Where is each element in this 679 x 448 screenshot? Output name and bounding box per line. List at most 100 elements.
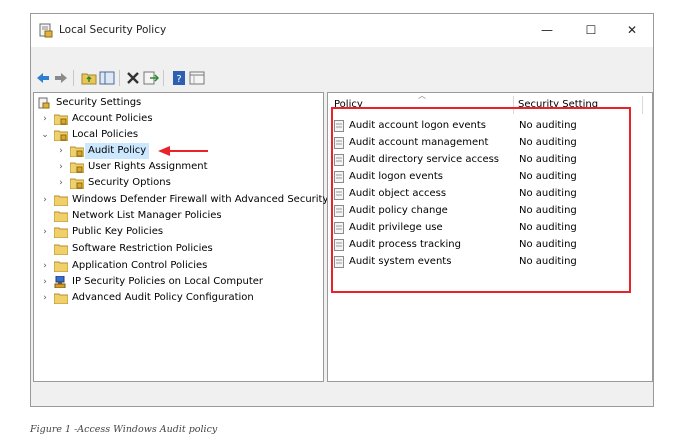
list-item[interactable]: Audit object access No auditing	[334, 185, 614, 202]
list-item[interactable]: Audit directory service access No auditi…	[334, 151, 614, 168]
tree-item-label: Security Settings	[56, 97, 142, 108]
policy-name: Audit account management	[349, 137, 489, 148]
policy-folder-icon	[70, 178, 84, 189]
expand-chevron-icon[interactable]: ›	[40, 274, 50, 290]
list-item[interactable]: Audit logon events No auditing	[334, 168, 614, 185]
policy-name: Audit policy change	[349, 205, 448, 216]
security-setting-value: No auditing	[519, 188, 577, 199]
expand-chevron-icon[interactable]: ›	[56, 143, 66, 159]
tree-item-label: Account Policies	[72, 113, 153, 124]
expand-chevron-icon[interactable]: ›	[40, 111, 50, 127]
tree-item-local-policies[interactable]: ⌄ Local Policies	[40, 127, 320, 143]
tree-item-label: Application Control Policies	[72, 260, 208, 271]
folder-icon	[54, 261, 68, 272]
folder-icon	[54, 227, 68, 238]
delete-icon[interactable]	[125, 70, 141, 86]
sort-ascending-icon: ︿	[418, 91, 426, 100]
minimize-button[interactable]: —	[527, 18, 567, 42]
policy-document-icon	[334, 205, 344, 217]
policy-document-icon	[334, 239, 344, 251]
column-header-security-setting[interactable]: Security Setting	[518, 99, 598, 110]
tree-item-windows-defender-firewall[interactable]: › Windows Defender Firewall with Advance…	[40, 192, 328, 208]
list-header: Policy ︿ Security Setting	[328, 91, 652, 115]
security-setting-value: No auditing	[519, 239, 577, 250]
list-item[interactable]: Audit process tracking No auditing	[334, 236, 614, 253]
policy-name: Audit system events	[349, 256, 452, 267]
toolbar-separator	[163, 70, 164, 86]
column-divider[interactable]	[642, 96, 643, 114]
tree-item-label: Windows Defender Firewall with Advanced …	[72, 194, 329, 205]
properties-icon[interactable]	[189, 70, 205, 86]
toolbar-separator	[119, 70, 120, 86]
tree-item-security-settings[interactable]: Security Settings	[36, 95, 316, 111]
up-folder-icon[interactable]	[81, 70, 97, 86]
expand-chevron-icon[interactable]: ›	[40, 290, 50, 306]
tree-item-label: IP Security Policies on Local Computer	[72, 276, 264, 287]
show-hide-tree-icon[interactable]	[99, 70, 115, 86]
tree-item-label: Advanced Audit Policy Configuration	[72, 292, 254, 303]
back-arrow-icon[interactable]	[35, 70, 51, 86]
security-setting-value: No auditing	[519, 171, 577, 182]
tree-item-account-policies[interactable]: › Account Policies	[40, 111, 320, 127]
ip-security-icon	[54, 276, 66, 288]
title-bar[interactable]: Local Security Policy — ☐ ✕	[31, 14, 653, 47]
folder-icon	[54, 211, 68, 222]
security-setting-value: No auditing	[519, 137, 577, 148]
tree-item-user-rights-assignment[interactable]: › User Rights Assignment	[56, 159, 316, 175]
security-setting-value: No auditing	[519, 205, 577, 216]
tree-item-ip-security[interactable]: › IP Security Policies on Local Computer	[40, 274, 320, 290]
tree-item-network-list-manager[interactable]: Network List Manager Policies	[40, 208, 320, 224]
policy-document-icon	[334, 171, 344, 183]
list-item[interactable]: Audit system events No auditing	[334, 253, 614, 270]
folder-icon	[54, 195, 68, 206]
window-title: Local Security Policy	[59, 24, 167, 36]
tree-item-security-options[interactable]: › Security Options	[56, 175, 316, 191]
policy-folder-icon	[54, 130, 68, 141]
policy-name: Audit object access	[349, 188, 447, 199]
expand-chevron-icon[interactable]: ›	[56, 175, 66, 191]
collapse-chevron-icon[interactable]: ⌄	[40, 127, 50, 143]
forward-arrow-icon[interactable]	[53, 70, 69, 86]
help-icon[interactable]: ?	[171, 70, 187, 86]
column-divider[interactable]	[513, 96, 514, 114]
policy-name: Audit directory service access	[349, 154, 500, 165]
expand-chevron-icon[interactable]: ›	[56, 159, 66, 175]
console-tree-pane[interactable]: Security Settings › Account Policies ⌄ L…	[33, 92, 328, 382]
local-security-policy-window: Local Security Policy — ☐ ✕ ? Security S…	[30, 13, 654, 407]
policy-document-icon	[334, 188, 344, 200]
expand-chevron-icon[interactable]: ›	[40, 258, 50, 274]
tree-item-label-selected: Audit Policy	[85, 143, 150, 159]
tree-item-label: Network List Manager Policies	[72, 210, 222, 221]
tree-item-advanced-audit-policy[interactable]: › Advanced Audit Policy Configuration	[40, 290, 320, 306]
toolbar: ?	[31, 66, 653, 90]
list-item[interactable]: Audit privilege use No auditing	[334, 219, 614, 236]
policy-name: Audit logon events	[349, 171, 443, 182]
tree-item-software-restriction[interactable]: Software Restriction Policies	[40, 241, 320, 257]
policy-name: Audit privilege use	[349, 222, 443, 233]
list-item[interactable]: Audit policy change No auditing	[334, 202, 614, 219]
list-item[interactable]: Audit account logon events No auditing	[334, 117, 614, 134]
expand-chevron-icon[interactable]: ›	[40, 224, 50, 240]
policy-folder-icon	[70, 162, 84, 173]
maximize-button[interactable]: ☐	[571, 18, 611, 42]
folder-icon	[54, 244, 68, 255]
tree-item-public-key-policies[interactable]: › Public Key Policies	[40, 224, 320, 240]
tree-item-label: Software Restriction Policies	[72, 243, 213, 254]
expand-chevron-icon[interactable]: ›	[40, 192, 50, 208]
list-item[interactable]: Audit account management No auditing	[334, 134, 614, 151]
security-setting-value: No auditing	[519, 256, 577, 267]
red-pointer-arrow-icon	[158, 146, 208, 156]
policy-name: Audit process tracking	[349, 239, 461, 250]
column-header-policy[interactable]: Policy	[334, 99, 363, 110]
tree-item-application-control[interactable]: › Application Control Policies	[40, 258, 320, 274]
export-list-icon[interactable]	[143, 70, 159, 86]
close-button[interactable]: ✕	[612, 18, 652, 42]
figure-caption: Figure 1 -Access Windows Audit policy	[30, 424, 218, 435]
policy-document-icon	[334, 256, 344, 268]
policy-list-pane[interactable]: Policy ︿ Security Setting Audit account …	[327, 91, 653, 382]
policy-name: Audit account logon events	[349, 120, 486, 131]
policy-document-icon	[334, 154, 344, 166]
folder-icon	[54, 293, 68, 304]
security-setting-value: No auditing	[519, 120, 577, 131]
policy-document-icon	[334, 137, 344, 149]
